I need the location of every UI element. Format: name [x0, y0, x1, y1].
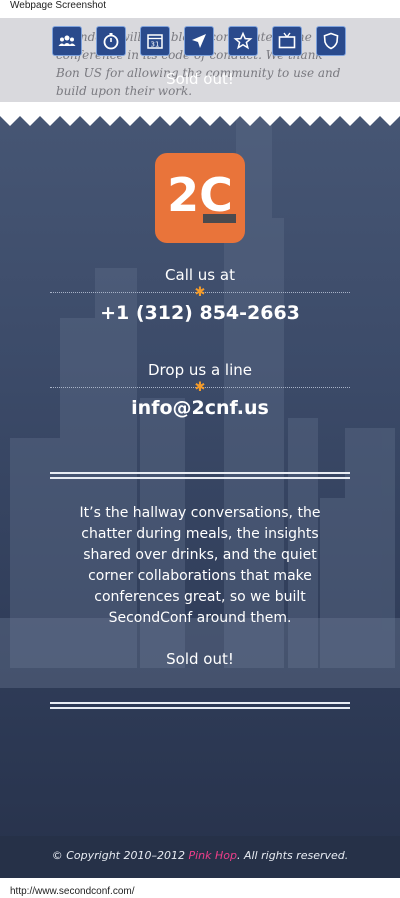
conference-blurb: It’s the hallway conversations, the chat…: [79, 505, 321, 626]
phone-number[interactable]: +1 (312) 854-2663: [0, 302, 400, 324]
nav-tv-button[interactable]: [272, 26, 302, 56]
zigzag-divider: [0, 102, 400, 126]
nav-stopwatch-button[interactable]: [96, 26, 126, 56]
nav-location-button[interactable]: [184, 26, 214, 56]
nav-people-button[interactable]: [52, 26, 82, 56]
stopwatch-icon: [103, 33, 119, 50]
asterisk-icon: ✱: [194, 284, 206, 299]
city-skyline-background: [0, 108, 400, 688]
copyright-suffix: . All rights reserved.: [236, 849, 349, 862]
browser-status-bar: http://www.secondconf.com/: [0, 878, 400, 898]
people-icon: [58, 35, 76, 46]
star-icon: [233, 31, 253, 50]
section-divider-bottom: [50, 702, 350, 709]
shield-icon: [323, 32, 339, 50]
status-url: http://www.secondconf.com/: [10, 886, 135, 897]
asterisk-icon: ✱: [194, 379, 206, 394]
copyright-prefix: © Copyright 2010–2012: [51, 849, 189, 862]
nav-calendar-button[interactable]: 31: [140, 26, 170, 56]
location-arrow-icon: [192, 34, 206, 48]
pink-hop-link[interactable]: Pink Hop: [188, 849, 237, 862]
top-nav-icons: 31: [52, 26, 346, 56]
footer: © Copyright 2010–2012 Pink Hop. All righ…: [0, 836, 400, 878]
calendar-day: 31: [151, 41, 160, 49]
logo-text: 2C: [167, 168, 233, 222]
email-link[interactable]: info@2cnf.us: [0, 397, 400, 419]
logo-mark: 2C: [167, 168, 236, 223]
nav-shield-button[interactable]: [316, 26, 346, 56]
tv-icon: [278, 32, 296, 49]
calendar-icon: 31: [147, 34, 163, 49]
section-divider: [50, 472, 350, 479]
window-title: Webpage Screenshot: [10, 0, 106, 11]
nav-star-button[interactable]: [228, 26, 258, 56]
secondconf-logo[interactable]: 2C: [155, 153, 245, 243]
page: attendees will be able to contribute to …: [0, 18, 400, 878]
sold-out-top-text: Sold out!: [166, 70, 234, 88]
drop-line-label: Drop us a line: [148, 361, 252, 379]
browser-title-bar: Webpage Screenshot: [0, 0, 400, 20]
call-us-label: Call us at: [165, 266, 235, 284]
copyright-text: © Copyright 2010–2012 Pink Hop. All righ…: [0, 849, 400, 862]
sold-out-bottom-text: Sold out!: [166, 650, 234, 668]
